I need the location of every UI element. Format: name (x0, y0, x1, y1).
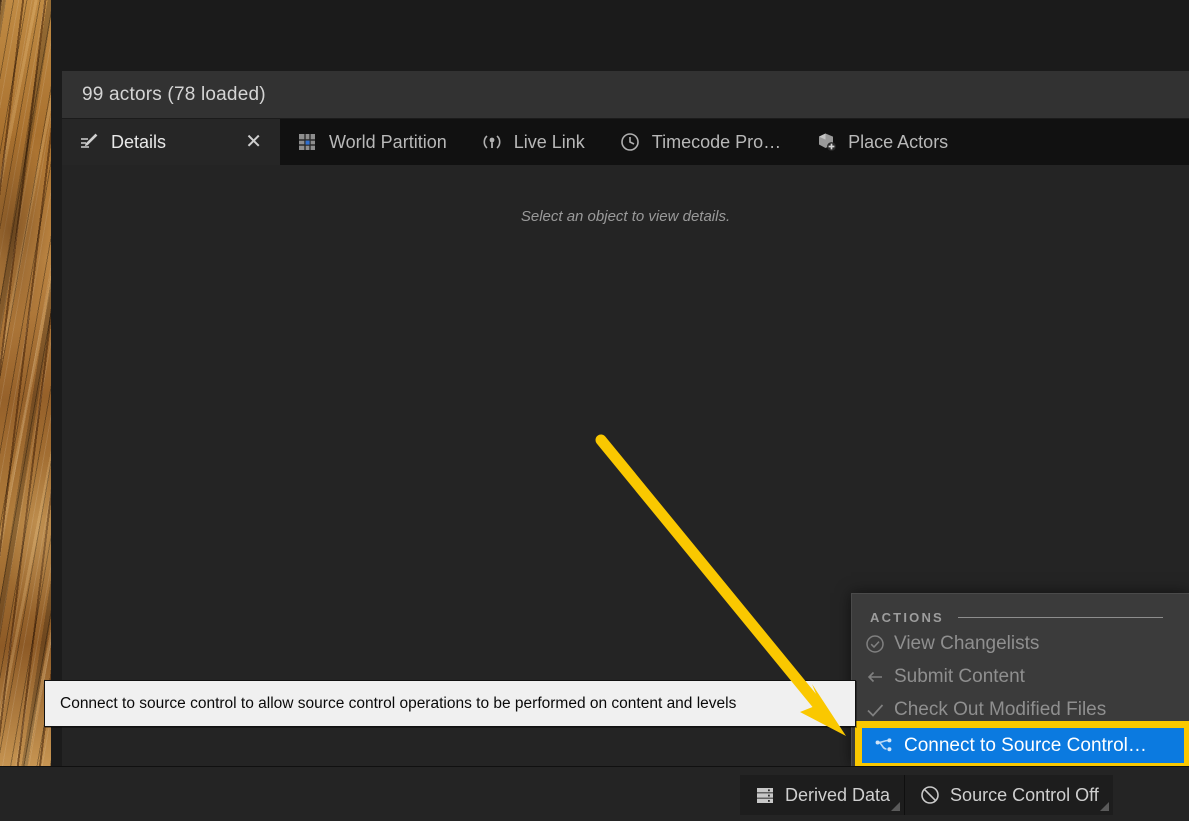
menu-item-check-out-modified-files-label: Check Out Modified Files (894, 698, 1107, 720)
tab-details-label: Details (111, 131, 167, 152)
world-partition-grid-icon (296, 131, 318, 153)
status-source-control[interactable]: Source Control Off (905, 775, 1113, 815)
status-derived-data[interactable]: Derived Data (740, 775, 904, 815)
tab-timecode-provider-label: Timecode Pro… (651, 131, 782, 152)
live-link-antenna-icon (481, 131, 503, 153)
details-placeholder-text: Select an object to view details. (520, 208, 731, 225)
details-pencil-icon (78, 131, 100, 153)
tooltip: Connect to source control to allow sourc… (44, 680, 856, 727)
source-control-menu: ACTIONS View Changelists Submit Content (851, 593, 1189, 766)
tab-live-link[interactable]: Live Link (465, 119, 603, 165)
tab-timecode-provider[interactable]: Timecode Pro… (603, 119, 799, 165)
tab-details[interactable]: Details ✕ (62, 119, 280, 165)
menu-item-view-changelists[interactable]: View Changelists (852, 627, 1189, 660)
tab-world-partition[interactable]: World Partition (280, 119, 465, 165)
screen-root: 99 actors (78 loaded) Details ✕ World Pa… (0, 0, 1189, 821)
actions-section-label: ACTIONS (870, 610, 944, 625)
status-source-control-label: Source Control Off (950, 784, 1099, 805)
status-bar-group: Derived Data Source Control Off (740, 775, 1113, 815)
tooltip-text: Connect to source control to allow sourc… (60, 694, 737, 712)
tab-details-close-icon[interactable]: ✕ (219, 132, 262, 152)
derived-data-server-icon (754, 784, 776, 806)
timecode-clock-icon (619, 131, 641, 153)
resize-grip-icon (1099, 802, 1109, 811)
menu-item-connect-to-source-control[interactable]: Connect to Source Control… (862, 728, 1184, 763)
resize-grip-icon (891, 802, 901, 811)
tab-world-partition-label: World Partition (329, 131, 447, 152)
source-control-menu-section-header: ACTIONS (852, 594, 1189, 627)
level-viewport-render[interactable] (0, 0, 51, 766)
source-control-off-icon (919, 784, 941, 806)
menu-item-connect-to-source-control-label: Connect to Source Control… (904, 734, 1147, 756)
circle-check-icon (864, 633, 886, 655)
source-control-branch-icon (873, 735, 895, 757)
tab-place-actors[interactable]: Place Actors (799, 119, 966, 165)
menu-item-submit-content[interactable]: Submit Content (852, 660, 1189, 693)
arrow-left-icon (864, 666, 886, 688)
section-divider (957, 617, 1163, 618)
outliner-actor-count-bar: 99 actors (78 loaded) (62, 71, 1189, 118)
place-actors-cube-plus-icon (815, 131, 837, 153)
check-icon (864, 699, 886, 721)
menu-item-submit-content-label: Submit Content (894, 665, 1025, 687)
actor-count-label: 99 actors (78 loaded) (82, 83, 266, 105)
status-derived-data-label: Derived Data (785, 784, 891, 805)
panel-tab-bar: Details ✕ World Partition Live Link Time… (62, 119, 1189, 165)
status-bar: Derived Data Source Control Off (0, 766, 1189, 821)
outliner-list-area[interactable] (51, 0, 1189, 71)
menu-item-check-out-modified-files[interactable]: Check Out Modified Files (852, 693, 1189, 726)
tab-place-actors-label: Place Actors (848, 131, 949, 152)
tab-live-link-label: Live Link (513, 131, 585, 152)
menu-item-view-changelists-label: View Changelists (894, 632, 1040, 654)
